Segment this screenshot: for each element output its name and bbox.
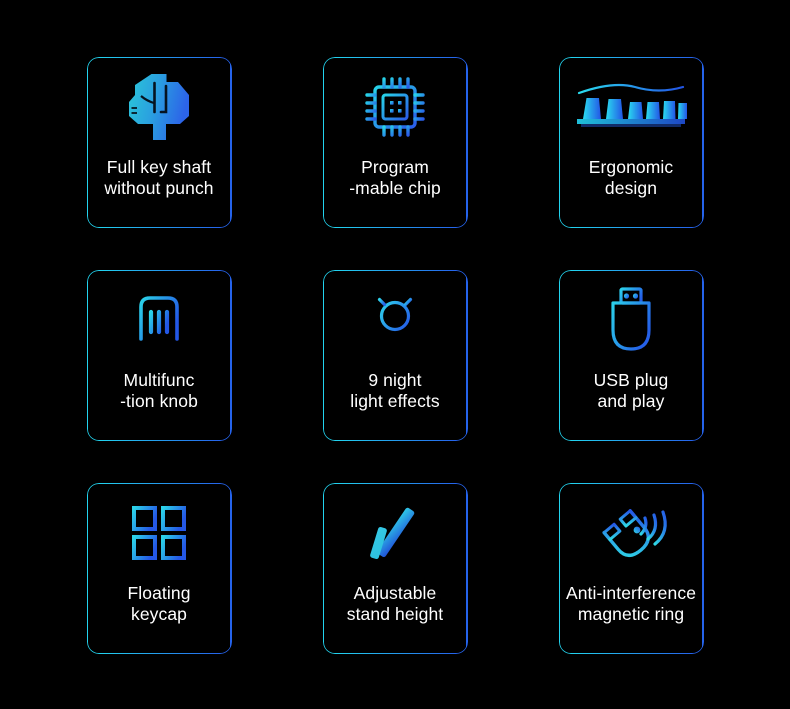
icon-container [559, 270, 704, 370]
feature-card-ergonomic-design[interactable]: Ergonomic design [558, 57, 704, 228]
icon-container [559, 57, 704, 157]
ergonomic-keys-icon [575, 79, 687, 135]
chip-icon [362, 74, 428, 140]
usb-drive-icon [605, 286, 657, 354]
feature-card-multifunction-knob[interactable]: Multifunc -tion knob [86, 270, 232, 441]
feature-card-full-key-shaft[interactable]: Full key shaft without punch [86, 57, 232, 228]
icon-container [87, 57, 232, 157]
knob-icon [130, 290, 188, 350]
feature-label: Floating keycap [127, 583, 191, 624]
feature-label: Program -mable chip [349, 157, 441, 198]
key-switch-icon [123, 72, 195, 142]
feature-card-usb-plug-and-play[interactable]: USB plug and play [558, 270, 704, 441]
feature-card-adjustable-stand-height[interactable]: Adjustable stand height [322, 483, 468, 654]
feature-label: Adjustable stand height [346, 583, 444, 624]
feature-label: Full key shaft without punch [104, 157, 214, 198]
magnet-signal-icon [596, 499, 667, 567]
four-squares-icon [131, 505, 187, 561]
stand-bars-icon [364, 503, 426, 563]
feature-card-anti-interference-magnetic-ring[interactable]: Anti-interference magnetic ring [558, 483, 704, 654]
feature-card-night-light-effects[interactable]: 9 night light effects [322, 270, 468, 441]
feature-grid: Full key shaft without punch Program -ma… [0, 0, 790, 709]
icon-container [323, 270, 468, 370]
icon-container [87, 483, 232, 583]
feature-card-programmable-chip[interactable]: Program -mable chip [322, 57, 468, 228]
feature-label: USB plug and play [593, 370, 669, 411]
feature-label: Anti-interference magnetic ring [565, 583, 697, 624]
feature-card-floating-keycap[interactable]: Floating keycap [86, 483, 232, 654]
icon-container [323, 57, 468, 157]
icon-container [323, 483, 468, 583]
icon-container [559, 483, 704, 583]
feature-label: 9 night light effects [350, 370, 440, 411]
lightbulb-icon [363, 288, 427, 352]
feature-label: Ergonomic design [588, 157, 674, 198]
icon-container [87, 270, 232, 370]
feature-label: Multifunc -tion knob [120, 370, 198, 411]
